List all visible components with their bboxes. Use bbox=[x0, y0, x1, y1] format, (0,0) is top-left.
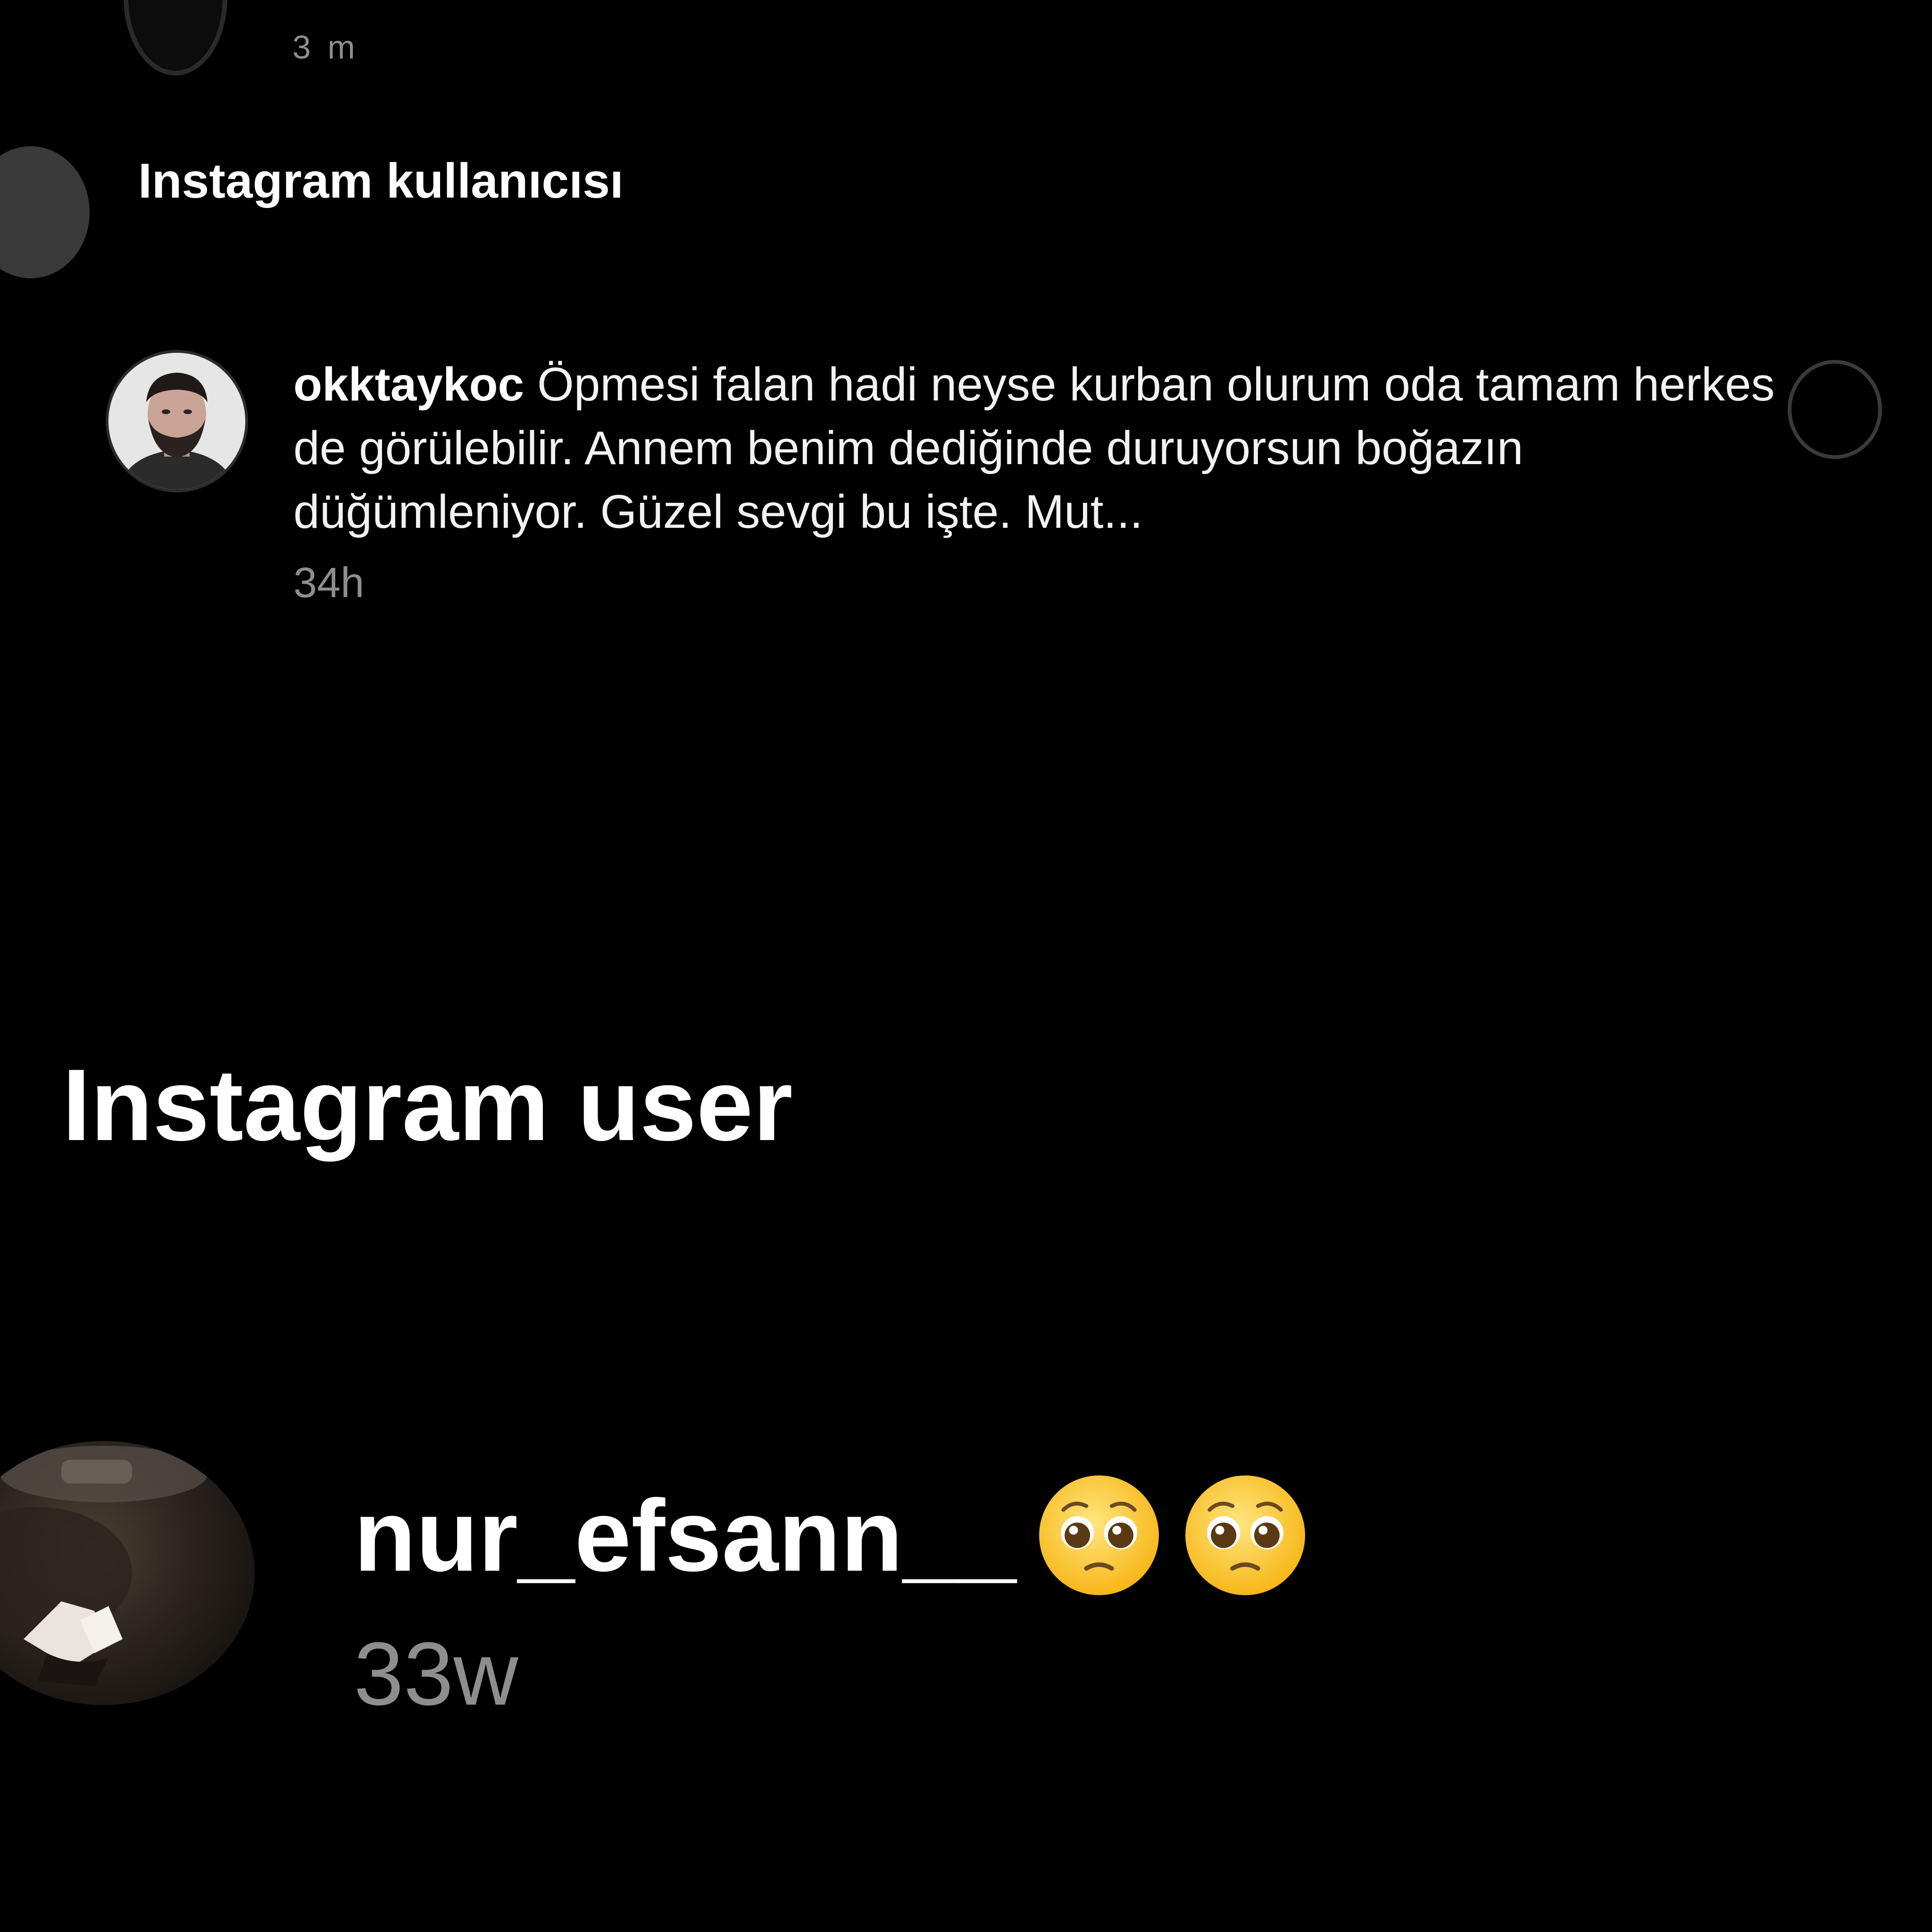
comment-username[interactable]: okktaykoc bbox=[293, 358, 524, 411]
pleading-face-emoji-icon bbox=[1185, 1475, 1305, 1595]
comment-body: okktaykoc Öpmesi falan hadi neyse kurban… bbox=[293, 353, 1793, 544]
comment-time: 34h bbox=[293, 559, 365, 607]
comment-text: nur_efsann__ bbox=[354, 1472, 1309, 1599]
comment-time: 3 m bbox=[292, 33, 359, 61]
username-label: Instagram kullanıcısı bbox=[138, 154, 624, 208]
avatar[interactable] bbox=[108, 353, 245, 490]
comment-time: 33w bbox=[354, 1624, 518, 1724]
like-icon[interactable] bbox=[1788, 360, 1882, 459]
avatar bbox=[0, 146, 90, 278]
avatar[interactable] bbox=[0, 1441, 255, 1705]
profile-photo bbox=[0, 1446, 208, 1686]
page-title: Instagram user bbox=[62, 1048, 793, 1162]
profile-photo bbox=[108, 353, 245, 490]
avatar[interactable] bbox=[124, 0, 227, 75]
pleading-face-emoji-icon bbox=[1039, 1475, 1159, 1595]
comment-username[interactable]: nur_efsann__ bbox=[354, 1477, 1016, 1594]
